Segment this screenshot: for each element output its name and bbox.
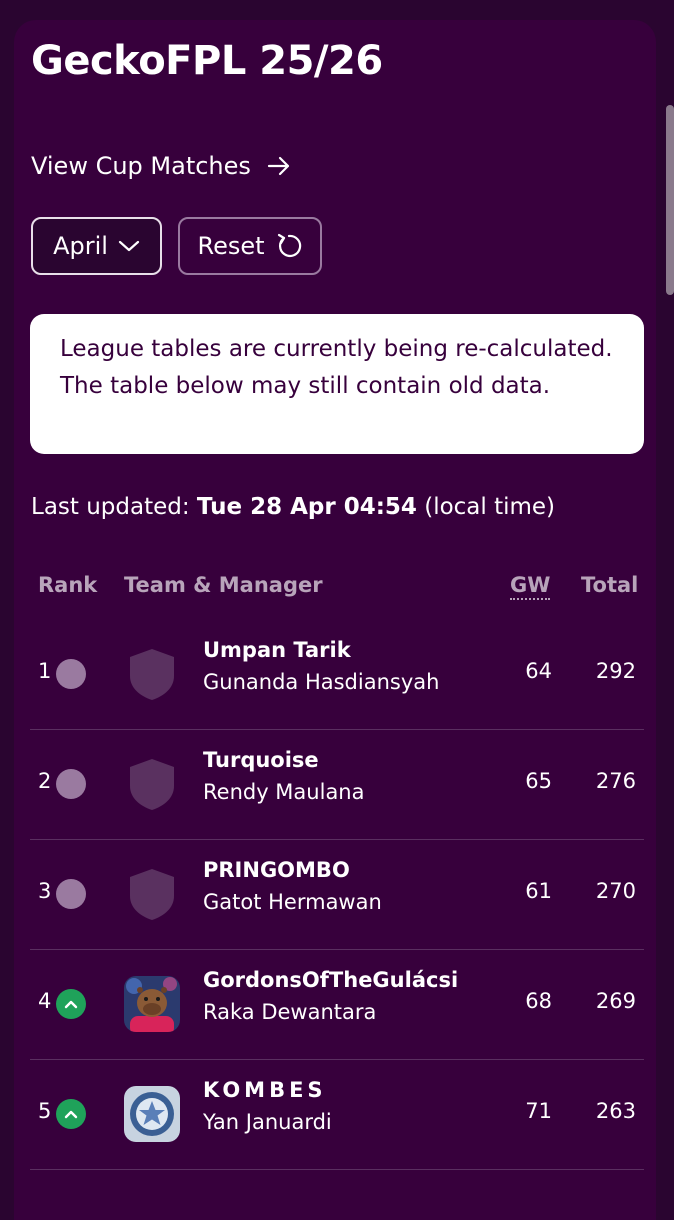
rank-number: 4: [38, 989, 52, 1013]
cup-link-label: View Cup Matches: [31, 152, 251, 180]
rank-number: 3: [38, 879, 52, 903]
gw-points: 71: [525, 1099, 552, 1123]
rank-number: 1: [38, 659, 52, 683]
arrow-right-icon: [267, 156, 290, 176]
star-badge-icon: [124, 1086, 180, 1142]
total-points: 269: [595, 989, 636, 1013]
header-team-manager: Team & Manager: [124, 573, 323, 597]
team-name: GordonsOfTheGulácsi: [203, 968, 459, 992]
manager-name: Rendy Maulana: [203, 780, 365, 804]
reset-button[interactable]: Reset: [178, 217, 322, 275]
gw-points: 64: [525, 659, 552, 683]
recalculation-notice: League tables are currently being re-cal…: [30, 314, 644, 454]
total-points: 263: [595, 1099, 636, 1123]
chevron-down-icon: [118, 240, 140, 252]
last-updated-suffix: (local time): [424, 494, 556, 520]
manager-name: Gunanda Hasdiansyah: [203, 670, 440, 694]
team-name: Umpan Tarik: [203, 638, 351, 662]
league-title: GeckoFPL 25/26: [31, 38, 383, 84]
rank-number: 5: [38, 1099, 52, 1123]
last-updated-datetime: Tue 28 Apr 04:54: [196, 494, 417, 520]
gw-points: 65: [525, 769, 552, 793]
gw-points: 68: [525, 989, 552, 1013]
table-row[interactable]: 5 KOMBES Yan Januardi 71 263: [30, 1059, 644, 1170]
header-rank[interactable]: Rank: [38, 573, 97, 597]
table-row[interactable]: 4 GordonsOfTheGulácsi Raka Dewantara 68 …: [30, 949, 644, 1060]
scrollbar[interactable]: [666, 105, 674, 295]
manager-name: Raka Dewantara: [203, 1000, 377, 1024]
capybara-avatar-icon: [124, 976, 180, 1032]
total-points: 276: [595, 769, 636, 793]
shield-icon: [130, 869, 174, 920]
rank-same-icon: [56, 769, 86, 799]
last-updated: Last updated: Tue 28 Apr 04:54 (local ti…: [31, 494, 555, 520]
last-updated-prefix: Last updated:: [31, 494, 190, 520]
rank-number: 2: [38, 769, 52, 793]
total-points: 270: [595, 879, 636, 903]
rank-up-icon: [56, 989, 86, 1019]
table-row[interactable]: 1 Umpan Tarik Gunanda Hasdiansyah 64 292: [30, 619, 644, 730]
month-label: April: [53, 232, 108, 260]
table-row[interactable]: 2 Turquoise Rendy Maulana 65 276: [30, 729, 644, 840]
header-total[interactable]: Total: [581, 573, 638, 597]
rank-up-icon: [56, 1099, 86, 1129]
team-name: PRINGOMBO: [203, 858, 350, 882]
month-select-button[interactable]: April: [31, 217, 162, 275]
table-row[interactable]: 3 PRINGOMBO Gatot Hermawan 61 270: [30, 839, 644, 950]
team-name: Turquoise: [203, 748, 319, 772]
reset-label: Reset: [197, 232, 265, 260]
refresh-icon: [277, 233, 301, 257]
team-name: KOMBES: [203, 1078, 327, 1102]
shield-icon: [130, 759, 174, 810]
header-gw[interactable]: GW: [510, 573, 551, 600]
manager-name: Yan Januardi: [203, 1110, 332, 1134]
gw-points: 61: [525, 879, 552, 903]
view-cup-matches-link[interactable]: View Cup Matches: [31, 152, 291, 180]
rank-same-icon: [56, 879, 86, 909]
rank-same-icon: [56, 659, 86, 689]
total-points: 292: [595, 659, 636, 683]
manager-name: Gatot Hermawan: [203, 890, 382, 914]
shield-icon: [130, 649, 174, 700]
